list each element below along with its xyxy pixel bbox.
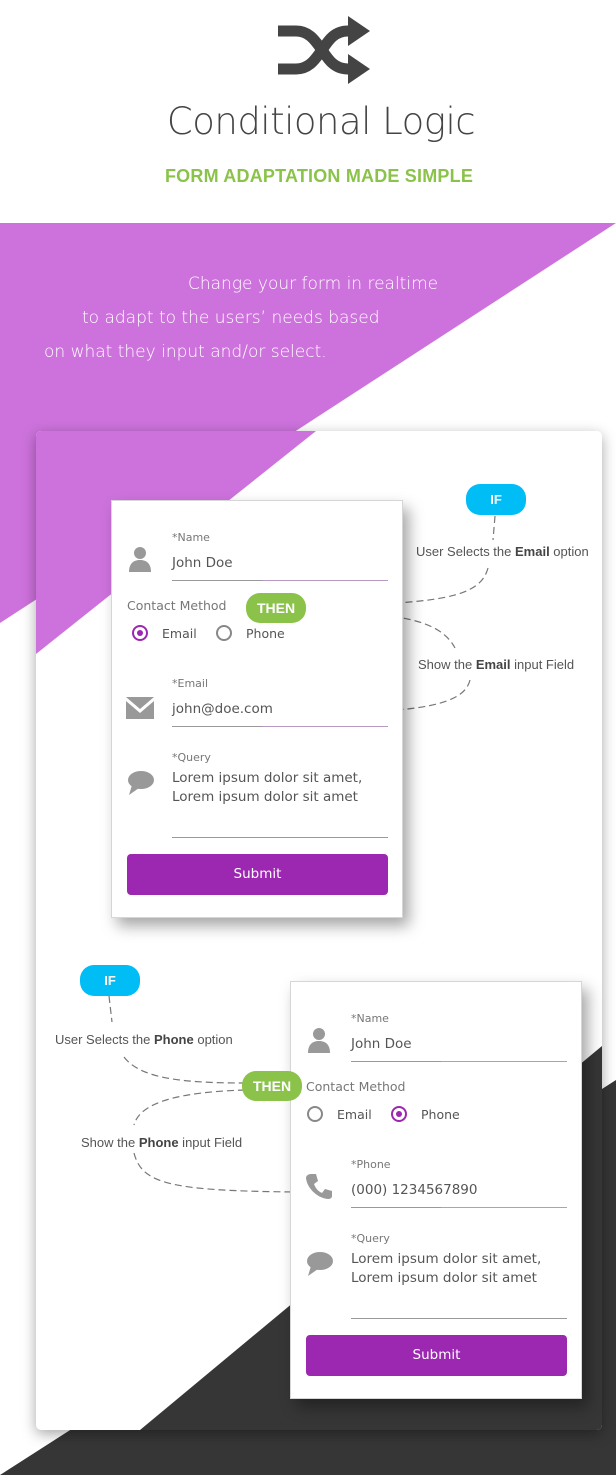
speech-bubble-icon — [128, 771, 154, 795]
then-badge-phone: THEN — [242, 1071, 302, 1101]
user-icon — [129, 547, 151, 572]
email-label: *Email — [172, 677, 209, 690]
intro-line-2: to adapt to the users’ needs based — [82, 308, 380, 328]
condition-note-email: User Selects the Email option — [416, 544, 589, 559]
email-input[interactable]: john@doe.com — [172, 701, 273, 717]
intro-line-1: Change your form in realtime — [188, 274, 439, 294]
page-subtitle: FORM ADAPTATION MADE SIMPLE — [164, 166, 474, 186]
query-textarea[interactable]: Lorem ipsum dolor sit amet, Lorem ipsum d… — [172, 769, 392, 807]
phone-example-form: *Name John Doe Contact Method Email Phon… — [290, 981, 582, 1399]
name-underline — [351, 1061, 567, 1062]
contact-method-label: Contact Method — [127, 598, 227, 613]
radio-selected-indicator — [132, 625, 148, 641]
name-input[interactable]: John Doe — [172, 555, 233, 571]
phone-label: *Phone — [351, 1158, 391, 1171]
contact-method-label: Contact Method — [306, 1079, 406, 1094]
speech-bubble-icon — [307, 1252, 333, 1276]
user-icon — [308, 1028, 330, 1053]
condition-note-phone: User Selects the Phone option — [55, 1032, 233, 1047]
name-label: *Name — [351, 1012, 389, 1025]
name-underline — [172, 580, 388, 581]
phone-underline — [351, 1207, 567, 1208]
submit-button[interactable]: Submit — [127, 854, 388, 895]
phone-input[interactable]: (000) 1234567890 — [351, 1182, 477, 1198]
radio-phone[interactable]: Phone — [216, 625, 285, 641]
intro-line-3: on what they input and/or select. — [44, 342, 327, 362]
radio-phone[interactable]: Phone — [391, 1106, 460, 1122]
submit-button[interactable]: Submit — [306, 1335, 567, 1376]
radio-email[interactable]: Email — [307, 1106, 372, 1122]
envelope-icon — [126, 697, 154, 719]
query-underline — [351, 1318, 567, 1319]
if-badge-phone: IF — [80, 965, 140, 996]
action-note-phone: Show the Phone input Field — [81, 1135, 243, 1150]
query-underline — [172, 837, 388, 838]
name-label: *Name — [172, 531, 210, 544]
phone-icon — [306, 1174, 332, 1199]
page-title: Conditional Logic — [166, 100, 476, 143]
name-input[interactable]: John Doe — [351, 1036, 412, 1052]
radio-indicator — [216, 625, 232, 641]
if-badge-email: IF — [466, 484, 526, 515]
radio-email[interactable]: Email — [132, 625, 197, 641]
email-underline — [172, 726, 388, 727]
query-label: *Query — [351, 1232, 390, 1245]
query-textarea[interactable]: Lorem ipsum dolor sit amet, Lorem ipsum d… — [351, 1250, 571, 1288]
then-badge-email: THEN — [246, 593, 306, 623]
email-example-form: *Name John Doe Contact Method Email Phon… — [111, 500, 403, 918]
radio-selected-indicator — [391, 1106, 407, 1122]
shuffle-icon — [278, 16, 370, 84]
radio-indicator — [307, 1106, 323, 1122]
query-label: *Query — [172, 751, 211, 764]
action-note-email: Show the Email input Field — [418, 657, 575, 672]
